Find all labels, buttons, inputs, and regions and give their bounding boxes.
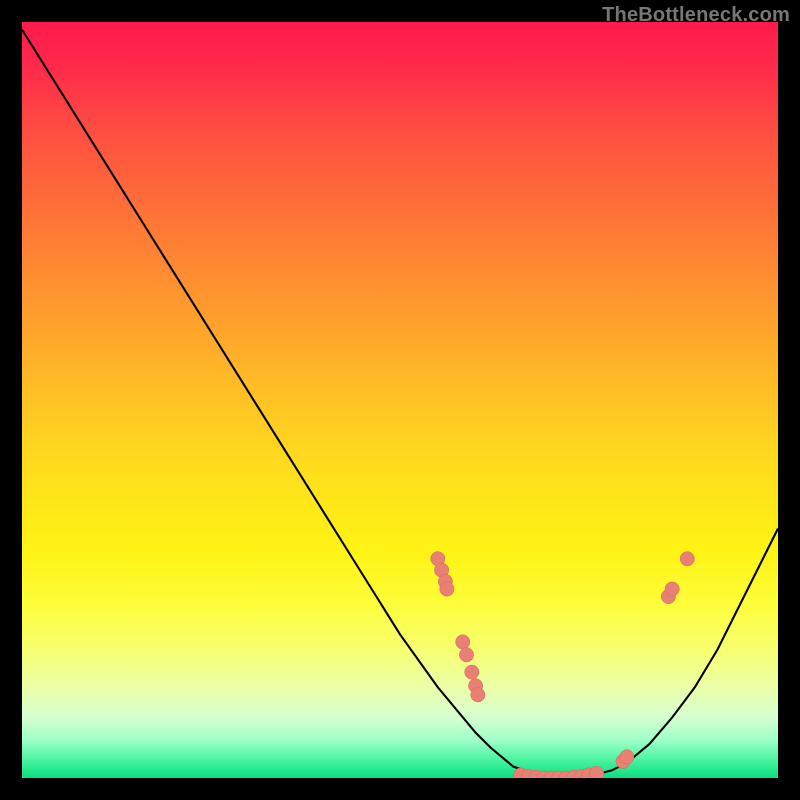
watermark-text: TheBottleneck.com [602, 4, 790, 27]
chart-plot-area [22, 22, 778, 778]
